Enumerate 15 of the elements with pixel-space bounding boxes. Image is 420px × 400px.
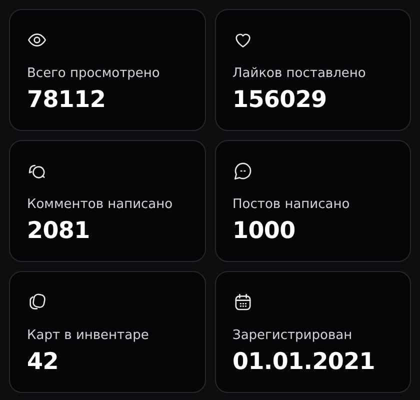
stat-value: 1000 xyxy=(232,218,296,244)
stat-value: 156029 xyxy=(232,87,327,113)
calendar-icon xyxy=(232,292,252,312)
stat-label: Карт в инвентаре xyxy=(27,328,149,343)
stat-value: 01.01.2021 xyxy=(232,349,376,375)
stat-label: Постов написано xyxy=(232,197,350,212)
stat-label: Зарегистрирован xyxy=(232,328,352,343)
stat-label: Лайков поставлено xyxy=(232,66,366,81)
stat-value: 2081 xyxy=(27,218,90,244)
stat-label: Комментов написано xyxy=(27,197,173,212)
stat-label: Всего просмотрено xyxy=(27,66,160,81)
stat-value: 42 xyxy=(27,349,58,375)
cards-icon xyxy=(27,292,47,312)
stat-value: 78112 xyxy=(27,87,106,113)
chat-bubble-icon xyxy=(232,161,252,181)
